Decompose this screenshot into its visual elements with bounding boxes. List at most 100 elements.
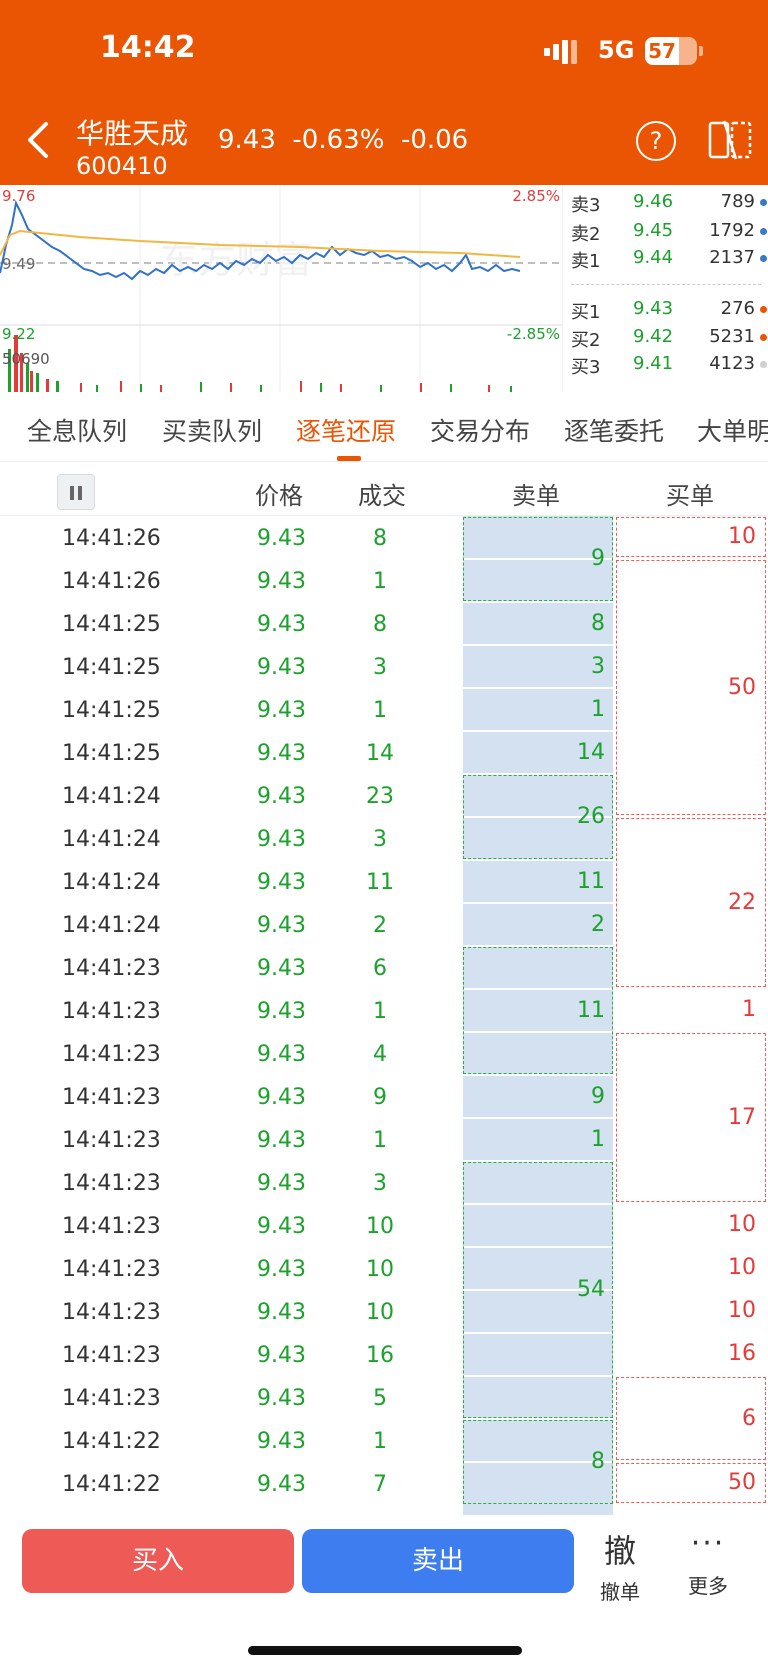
help-button[interactable]: ? [636,121,676,161]
row-volume: 8 [373,612,387,637]
row-time: 14:41:23 [62,1128,161,1153]
row-time: 14:41:23 [62,1300,161,1325]
chart-high-price: 9.76 [2,187,36,205]
battery-icon: 57 [645,37,697,65]
bottom-action-bar: 买入 卖出 撤 撤单 ··· 更多 [0,1516,768,1667]
table-row: 14:41:24 9.43 11 [0,860,460,903]
active-tab-indicator [337,456,361,461]
tab-tick-restore[interactable]: 逐笔还原 [296,412,396,448]
ask-level-dot [760,255,767,262]
bid-level-2[interactable]: 买2 9.42 5231 [571,324,767,352]
tab-tick-orders[interactable]: 逐笔委托 [564,412,664,448]
cancel-order-button[interactable]: 撤 撤单 [592,1526,648,1605]
row-time: 14:41:23 [62,999,161,1024]
table-row: 14:41:25 9.43 3 [0,645,460,688]
sell-order-value[interactable]: 11 [463,869,605,894]
intraday-chart[interactable]: 东方财富 9.76 9.49 9.22 2.85% -2.85% 50690 [0,185,562,392]
row-time: 14:41:23 [62,1343,161,1368]
sell-button[interactable]: 卖出 [302,1529,574,1593]
bid-level-1[interactable]: 买1 9.43 276 [571,296,767,324]
row-volume: 3 [373,1171,387,1196]
tab-full-queue[interactable]: 全息队列 [27,412,127,448]
bid-level-label: 买1 [571,302,601,323]
ask-level-price: 9.44 [633,247,674,268]
row-volume: 1 [373,1128,387,1153]
sell-order-value[interactable]: 1 [463,697,605,722]
tab-bar: 全息队列 买卖队列 逐笔还原 交易分布 逐笔委托 大单明 [0,392,768,462]
row-volume: 14 [366,741,394,766]
tab-large-orders[interactable]: 大单明 [697,412,768,448]
buy-order-value[interactable]: 17 [616,1105,756,1130]
buy-order-value[interactable]: 10 [616,524,756,549]
row-price: 9.43 [257,870,306,895]
bid-level-qty: 5231 [709,326,755,347]
sell-order-value[interactable]: 8 [463,1449,605,1474]
row-price: 9.43 [257,526,306,551]
sell-order-value[interactable]: 2 [463,912,605,937]
row-volume: 10 [366,1300,394,1325]
stock-price: 9.43 [218,125,276,155]
buy-order-value[interactable]: 6 [616,1406,756,1431]
table-row: 14:41:26 9.43 8 [0,516,460,559]
sell-order-value[interactable]: 9 [463,546,605,571]
bid-level-price: 9.43 [633,298,674,319]
buy-order-value[interactable]: 10 [616,1298,756,1323]
row-price: 9.43 [257,999,306,1024]
row-volume: 8 [373,526,387,551]
ask-level-1[interactable]: 卖3 9.46 789 [571,189,767,217]
table-row: 14:41:25 9.43 1 [0,688,460,731]
bid-level-dot [760,361,767,368]
sell-order-value[interactable]: 26 [463,804,605,829]
buy-order-value[interactable]: 50 [616,675,756,700]
row-price: 9.43 [257,956,306,981]
bid-level-price: 9.41 [633,353,674,374]
ask-level-3[interactable]: 卖1 9.44 2137 [571,245,767,273]
ask-level-qty: 2137 [709,247,755,268]
row-time: 14:41:25 [62,612,161,637]
bid-level-qty: 276 [720,298,755,319]
sell-order-value[interactable]: 3 [463,654,605,679]
buy-order-value[interactable]: 10 [616,1255,756,1280]
tab-trade-distribution[interactable]: 交易分布 [430,412,530,448]
buy-order-value[interactable]: 10 [616,1212,756,1237]
row-price: 9.43 [257,569,306,594]
row-volume: 10 [366,1257,394,1282]
row-volume: 4 [373,1042,387,1067]
ask-level-price: 9.45 [633,220,674,241]
layout-switch-icon[interactable] [708,119,752,161]
sell-row-separator [463,902,613,904]
buy-button[interactable]: 买入 [22,1529,294,1593]
stock-change-pct: -0.63% [292,125,385,155]
ask-level-2[interactable]: 卖2 9.45 1792 [571,218,767,246]
ask-level-qty: 1792 [709,220,755,241]
tick-table[interactable]: 14:41:26 9.43 8 14:41:26 9.43 1 14:41:25 9.43 8 1… [0,516,768,1516]
chart-preclose-price: 9.49 [2,255,36,273]
sell-order-value[interactable]: 8 [463,611,605,636]
row-price: 9.43 [257,1300,306,1325]
bid-level-qty: 4123 [709,353,755,374]
column-price: 价格 [255,482,303,510]
buy-order-value[interactable]: 16 [616,1341,756,1366]
tab-bid-ask-queue[interactable]: 买卖队列 [162,412,262,448]
sell-order-value[interactable]: 11 [463,998,605,1023]
row-time: 14:41:23 [62,1257,161,1282]
order-book[interactable]: 卖3 9.46 789 卖2 9.45 1792 卖1 9.44 2137 买1 9.43 276 买… [562,185,768,392]
order-book-divider [571,284,761,285]
buy-order-value[interactable]: 50 [616,1470,756,1495]
row-time: 14:41:24 [62,827,161,852]
sell-order-value[interactable]: 9 [463,1084,605,1109]
pause-button[interactable] [57,474,95,510]
bid-level-3[interactable]: 买3 9.41 4123 [571,351,767,379]
row-time: 14:41:23 [62,1386,161,1411]
bid-level-dot [760,306,767,313]
row-price: 9.43 [257,784,306,809]
more-button[interactable]: ··· 更多 [680,1526,736,1599]
back-chevron-icon[interactable] [22,120,58,160]
sell-order-value[interactable]: 1 [463,1127,605,1152]
buy-order-value[interactable]: 1 [616,997,756,1022]
sell-order-value[interactable]: 14 [463,740,605,765]
sell-order-value[interactable]: 54 [463,1277,605,1302]
buy-order-value[interactable]: 22 [616,890,756,915]
row-volume: 3 [373,655,387,680]
more-dots-icon: ··· [690,1526,726,1561]
